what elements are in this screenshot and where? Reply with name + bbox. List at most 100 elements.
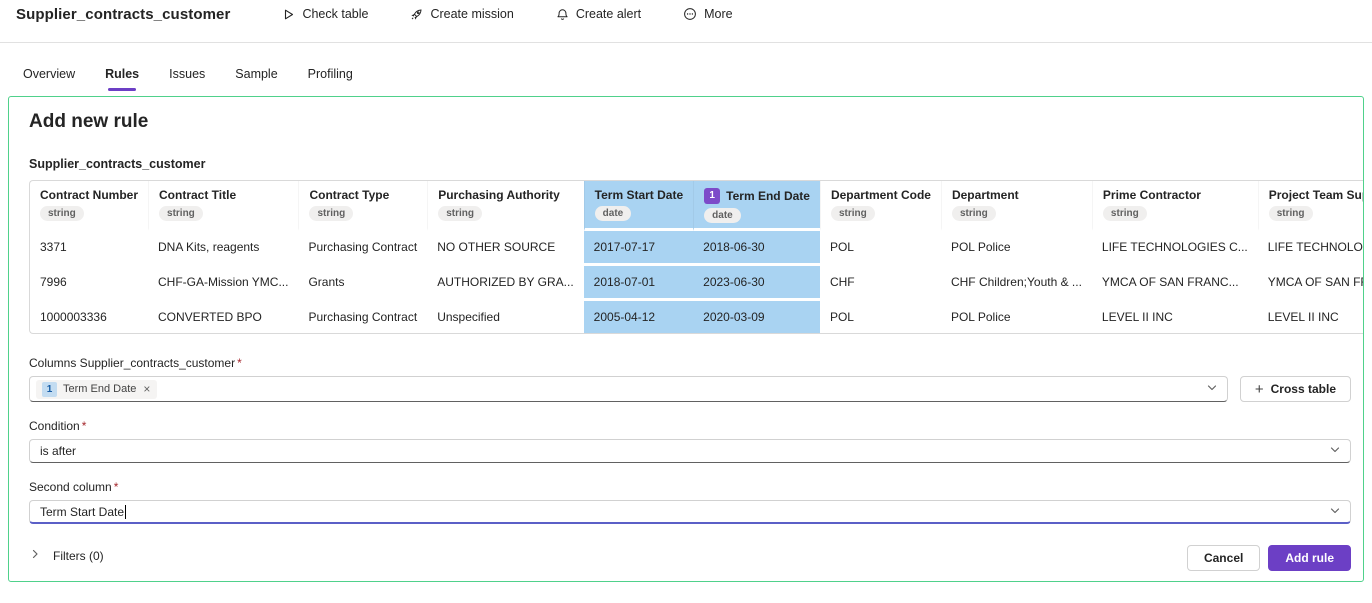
column-header[interactable]: Department Code string <box>819 181 941 231</box>
table-cell: DNA Kits, reagents <box>148 231 299 266</box>
column-type-pill: string <box>309 206 354 221</box>
cancel-button[interactable]: Cancel <box>1186 545 1261 571</box>
chevron-right-icon <box>29 548 41 563</box>
second-column-field-label: Second column * <box>29 480 119 494</box>
column-name: Term End Date <box>726 189 810 203</box>
tab-sample[interactable]: Sample <box>233 67 279 91</box>
table-cell: CONVERTED BPO <box>158 310 262 324</box>
column-header[interactable]: 1 Term End Date date <box>693 181 820 231</box>
remove-column-icon[interactable]: × <box>142 383 151 395</box>
cross-table-label: Cross table <box>1270 382 1336 396</box>
topbar-actions: Check table Create mission Create alert <box>278 5 736 23</box>
column-header[interactable]: Prime Contractor string <box>1091 181 1258 231</box>
rocket-icon <box>410 8 423 21</box>
panel-title: Add new rule <box>29 111 149 132</box>
table-row: 3371 DNA Kits, reagents Purchasing Contrac… <box>30 231 1363 266</box>
column-header[interactable]: Contract Title string <box>148 181 299 231</box>
tab-rules[interactable]: Rules <box>103 67 141 91</box>
second-column-input[interactable]: Term Start Date <box>29 500 1351 524</box>
bell-icon <box>556 8 569 21</box>
table-cell: CHF-GA-Mission YMC... <box>148 266 299 301</box>
column-header[interactable]: Contract Type string <box>298 181 428 231</box>
table-cell: YMCA OF SAN FRANC... <box>1257 266 1363 301</box>
tab-overview[interactable]: Overview <box>21 67 77 91</box>
column-name: Contract Number <box>40 188 139 202</box>
condition-value: is after <box>40 444 77 458</box>
column-name: Department Code <box>830 188 931 202</box>
table-cell: LIFE TECHNOLOGIES C... <box>1257 231 1363 266</box>
source-table-name: Supplier_contracts_customer <box>29 157 206 171</box>
table-cell: 1000003336 <box>40 310 107 324</box>
preview-table-header-row: Contract Number string Contract Title strin… <box>30 181 1363 231</box>
preview-table: Contract Number string Contract Title strin… <box>29 180 1363 334</box>
table-cell: YMCA OF SAN FRANC... <box>1091 266 1258 301</box>
play-icon <box>282 8 295 21</box>
table-cell: POL Police <box>940 231 1092 266</box>
tab-issues[interactable]: Issues <box>167 67 207 91</box>
create-mission-button[interactable]: Create mission <box>406 5 517 23</box>
condition-field-label: Condition * <box>29 419 87 433</box>
table-cell: LIFE TECHNOLOGIES C... <box>1091 231 1258 266</box>
column-type-pill: string <box>159 206 203 221</box>
top-bar: Supplier_contracts_customer Check table … <box>0 0 1372 28</box>
more-button[interactable]: More <box>679 5 736 23</box>
more-label: More <box>704 7 733 21</box>
table-cell: 2018-06-30 <box>693 231 820 266</box>
table-cell: POL <box>819 231 941 266</box>
create-alert-label: Create alert <box>575 7 642 21</box>
selected-column-tag: 1 Term End Date × <box>36 379 158 399</box>
table-cell: 2005-04-12 <box>583 301 694 333</box>
tab-profiling[interactable]: Profiling <box>306 67 355 91</box>
table-cell: AUTHORIZED BY GRA... <box>427 266 584 301</box>
column-name: Project Team Supplier <box>1268 188 1363 202</box>
create-alert-button[interactable]: Create alert <box>552 5 645 23</box>
table-cell: 2023-06-30 <box>693 266 820 301</box>
column-header[interactable]: Contract Number string <box>30 181 149 231</box>
filters-label: Filters (0) <box>53 548 104 563</box>
second-column-value: Term Start Date <box>40 504 125 519</box>
tab-bar: Overview Rules Issues Sample Profiling <box>0 67 1372 91</box>
check-table-button[interactable]: Check table <box>278 5 372 23</box>
column-type-pill: string <box>1268 206 1313 221</box>
table-cell: POL Police <box>950 310 1011 324</box>
column-type-pill: date <box>594 206 632 221</box>
condition-field: Condition * is after <box>29 419 1351 463</box>
panel-footer: Cancel Add rule <box>1186 545 1351 571</box>
table-row: 1000003336 CONVERTED BPO Purchasing Contra… <box>30 301 1363 333</box>
column-header[interactable]: Purchasing Authority string <box>427 181 584 231</box>
required-asterisk: * <box>237 356 242 370</box>
table-cell: 3371 <box>30 231 149 266</box>
column-type-pill: string <box>951 206 996 221</box>
second-column-field: Second column * Term Start Date <box>29 480 1351 524</box>
chevron-down-icon[interactable] <box>1329 504 1341 519</box>
chevron-down-icon[interactable] <box>1206 382 1218 397</box>
add-rule-button[interactable]: Add rule <box>1268 545 1351 571</box>
filters-expander[interactable]: Filters (0) <box>29 548 104 563</box>
table-cell: NO OTHER SOURCE <box>427 231 584 266</box>
column-header[interactable]: Term Start Date date <box>583 181 694 231</box>
more-circle-icon <box>683 7 697 21</box>
check-table-label: Check table <box>302 7 369 21</box>
chevron-down-icon[interactable] <box>1329 444 1341 459</box>
column-header[interactable]: Project Team Supplier string <box>1257 181 1363 231</box>
column-name: Contract Title <box>159 188 237 202</box>
table-cell: Grants <box>298 266 428 301</box>
column-type-pill: date <box>704 208 741 223</box>
text-caret <box>125 504 127 519</box>
table-cell: Purchasing Contract <box>308 310 418 324</box>
table-cell: 2020-03-09 <box>693 301 820 333</box>
columns-field: Columns Supplier_contracts_customer * 1 T… <box>29 356 1351 402</box>
column-type-pill: string <box>1102 206 1147 221</box>
column-type-pill: string <box>438 206 482 221</box>
table-cell: Purchasing Contract <box>298 231 428 266</box>
columns-multiselect-input[interactable]: 1 Term End Date × <box>29 376 1228 402</box>
column-header[interactable]: Department string <box>940 181 1092 231</box>
table-cell: CHF Children;Youth & ... <box>940 266 1092 301</box>
table-cell: LEVEL II INC <box>1101 310 1173 324</box>
table-cell: 2018-07-01 <box>583 266 694 301</box>
column-type-pill: string <box>40 206 84 221</box>
table-cell: Unspecified <box>437 310 500 324</box>
cross-table-button[interactable]: + Cross table <box>1239 376 1351 402</box>
condition-select[interactable]: is after <box>29 439 1351 463</box>
table-cell: 2017-07-17 <box>583 231 694 266</box>
